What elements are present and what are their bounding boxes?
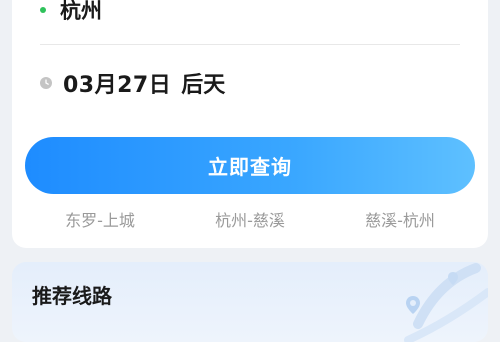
destination-city: 杭州 <box>60 0 102 23</box>
recommended-routes-card[interactable]: 推荐线路 <box>12 262 488 342</box>
clock-icon <box>40 77 52 89</box>
date-value: 03月27日 <box>63 73 172 98</box>
history-route-item[interactable]: 东罗-上城 <box>25 207 175 231</box>
destination-dot-icon <box>40 7 46 13</box>
history-route-item[interactable]: 慈溪-杭州 <box>325 207 475 231</box>
recommended-routes-title: 推荐线路 <box>32 284 112 308</box>
history-route-item[interactable]: 杭州-慈溪 <box>175 207 325 231</box>
date-selector[interactable]: 03月27日 后天 <box>40 66 225 100</box>
map-pin-decoration-icon <box>404 263 488 342</box>
divider <box>40 44 460 45</box>
date-relative-label: 后天 <box>181 73 226 98</box>
destination-row[interactable]: 杭州 <box>40 0 102 26</box>
query-button[interactable]: 立即查询 <box>25 137 475 194</box>
history-routes: 东罗-上城 杭州-慈溪 慈溪-杭州 <box>25 204 475 234</box>
